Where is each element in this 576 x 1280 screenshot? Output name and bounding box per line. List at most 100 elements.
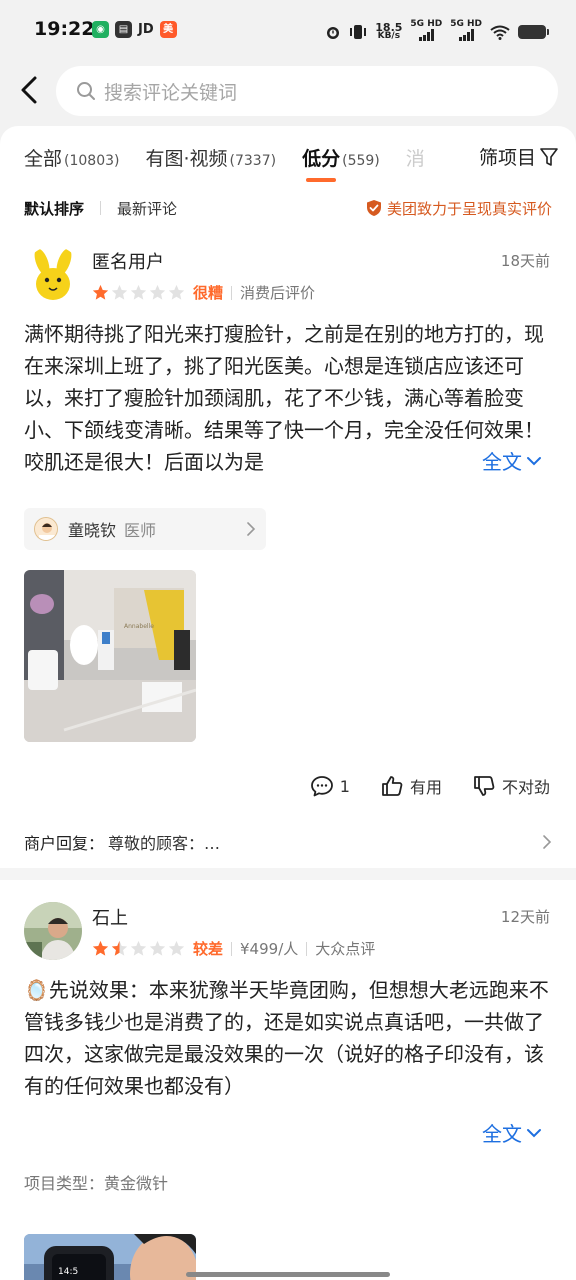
expand-full-button[interactable]: 全文 bbox=[478, 446, 542, 475]
review-meta: 较差 ¥499/人 大众点评 bbox=[92, 938, 383, 959]
sort-default[interactable]: 默认排序 bbox=[24, 198, 84, 219]
jd-app-icon: JD bbox=[138, 22, 154, 37]
signal-2-label: 5G HD bbox=[450, 19, 482, 29]
star-full-icon bbox=[92, 940, 109, 956]
vibrate-icon bbox=[350, 25, 367, 39]
tab-photos-label: 有图·视频 bbox=[145, 148, 228, 170]
review-source: 大众点评 bbox=[315, 940, 376, 958]
expand-label: 全文 bbox=[482, 1122, 522, 1146]
clinic-interior-image: Annabelle bbox=[24, 570, 196, 742]
tab-low-label: 低分 bbox=[302, 148, 341, 170]
alarm-icon bbox=[327, 27, 340, 39]
review-text[interactable]: 满怀期待挑了阳光来打瘦脸针，之前是在别的地方打的，现在来深圳上班了，挑了阳光医美… bbox=[24, 318, 552, 478]
search-icon bbox=[77, 82, 95, 100]
signal-bars-icon bbox=[458, 29, 474, 41]
chevron-down-icon bbox=[527, 1128, 541, 1137]
doctor-role: 医师 bbox=[124, 521, 157, 540]
status-time: 19:22 bbox=[34, 18, 95, 40]
review-username[interactable]: 石上 bbox=[92, 904, 128, 930]
svg-text:14:5: 14:5 bbox=[58, 1267, 78, 1277]
unhelpful-label: 不对劲 bbox=[501, 778, 550, 797]
wechat-app-icon: ◉ bbox=[92, 21, 109, 38]
meta-divider bbox=[231, 941, 233, 956]
merchant-reply[interactable]: 商户回复： 尊敬的顾客：… bbox=[24, 830, 552, 854]
smartwatch-photo-image: 14:5 bbox=[24, 1234, 196, 1280]
tab-low-count: (559) bbox=[342, 153, 380, 169]
comment-button[interactable]: 1 bbox=[310, 775, 350, 797]
expand-label: 全文 bbox=[482, 450, 522, 474]
tab-low-score[interactable]: 低分 (559) bbox=[302, 144, 380, 182]
avatar[interactable] bbox=[24, 246, 82, 304]
thumbs-up-icon bbox=[382, 776, 403, 796]
comment-count: 1 bbox=[339, 776, 350, 796]
back-button[interactable] bbox=[14, 72, 46, 108]
review-actions: 1 有用 不对劲 bbox=[310, 774, 550, 798]
star-empty-icon bbox=[149, 284, 166, 300]
sort-divider bbox=[100, 201, 102, 215]
shield-check-icon bbox=[366, 200, 381, 216]
net-speed: 18.5 KB/s bbox=[375, 22, 402, 41]
expand-full-button[interactable]: 全文 bbox=[482, 1118, 542, 1147]
doctor-avatar bbox=[34, 517, 58, 541]
filter-project-button[interactable]: 筛项目 bbox=[470, 143, 558, 170]
search-input[interactable]: 搜索评论关键词 bbox=[56, 66, 558, 116]
doctor-avatar-image bbox=[35, 518, 57, 540]
chevron-down-icon bbox=[527, 456, 541, 465]
tab-photos-videos[interactable]: 有图·视频 (7337) bbox=[145, 144, 276, 171]
review-time: 12天前 bbox=[500, 908, 550, 926]
review-price: ¥499/人 bbox=[240, 940, 299, 958]
project-type: 项目类型：黄金微针 bbox=[24, 1170, 168, 1194]
unhelpful-button[interactable]: 不对劲 bbox=[472, 774, 550, 798]
status-bar: 19:22 ◉ ▤ JD 美 18.5 KB/s 5G HD 5G HD bbox=[0, 0, 576, 58]
top-bar: 搜索评论关键词 bbox=[0, 58, 576, 126]
review-photo[interactable]: 14:5 bbox=[24, 1234, 196, 1280]
star-empty-icon bbox=[168, 940, 185, 956]
signal-2: 5G HD bbox=[450, 20, 482, 44]
tab-all[interactable]: 全部 (10803) bbox=[24, 144, 119, 171]
chevron-right-icon bbox=[543, 835, 552, 849]
trust-text: 美团致力于呈现真实评价 bbox=[386, 199, 552, 218]
star-empty-icon bbox=[111, 284, 128, 300]
chevron-left-icon bbox=[21, 76, 37, 104]
review-text-content: 先说效果：本来犹豫半天毕竟团购，但想想大老远跑来不管钱多钱少也是消费了的，还是如… bbox=[24, 978, 549, 1098]
doctor-chip[interactable]: 童晓钦 医师 bbox=[24, 508, 266, 550]
avatar[interactable] bbox=[24, 902, 82, 960]
active-tab-underline bbox=[306, 178, 337, 182]
mirror-emoji-icon: 🪞 bbox=[24, 978, 49, 1002]
review-divider bbox=[0, 868, 576, 880]
tab-all-label: 全部 bbox=[24, 148, 63, 170]
avatar-mascot-image bbox=[24, 246, 82, 304]
search-placeholder: 搜索评论关键词 bbox=[104, 81, 238, 104]
star-empty-icon bbox=[130, 940, 147, 956]
review-username[interactable]: 匿名用户 bbox=[92, 248, 164, 274]
rating-word: 较差 bbox=[193, 940, 224, 958]
rating-word: 很糟 bbox=[193, 284, 224, 302]
star-half-icon bbox=[111, 940, 128, 956]
meta-divider bbox=[231, 285, 233, 300]
review-photo[interactable]: Annabelle bbox=[24, 570, 196, 742]
svg-text:Annabelle: Annabelle bbox=[124, 623, 154, 630]
avatar-photo-image bbox=[24, 902, 82, 960]
star-empty-icon bbox=[130, 284, 147, 300]
sort-latest[interactable]: 最新评论 bbox=[117, 198, 177, 219]
trust-notice[interactable]: 美团致力于呈现真实评价 bbox=[366, 198, 552, 219]
filter-label: 筛项目 bbox=[478, 147, 536, 169]
review-source: 消费后评价 bbox=[240, 284, 316, 302]
signal-1-label: 5G HD bbox=[410, 19, 443, 29]
wallet-app-icon: ▤ bbox=[115, 21, 132, 38]
review-text[interactable]: 🪞先说效果：本来犹豫半天毕竟团购，但想想大老远跑来不管钱多钱少也是消费了的，还是… bbox=[24, 974, 552, 1102]
review-meta: 很糟 消费后评价 bbox=[92, 282, 323, 303]
battery-icon bbox=[518, 25, 549, 39]
net-speed-unit: KB/s bbox=[377, 31, 401, 41]
review-time: 18天前 bbox=[500, 252, 550, 270]
wifi-icon bbox=[490, 25, 510, 40]
comment-icon bbox=[310, 776, 333, 797]
meta-divider bbox=[306, 941, 308, 956]
useful-button[interactable]: 有用 bbox=[380, 774, 442, 798]
star-empty-icon bbox=[168, 284, 185, 300]
reply-text: 尊敬的顾客：… bbox=[108, 834, 221, 853]
doctor-name: 童晓钦 bbox=[68, 521, 117, 540]
reply-label: 商户回复： bbox=[24, 834, 105, 853]
rating-stars bbox=[92, 940, 185, 957]
tab-overflow[interactable]: 消 bbox=[406, 144, 425, 171]
